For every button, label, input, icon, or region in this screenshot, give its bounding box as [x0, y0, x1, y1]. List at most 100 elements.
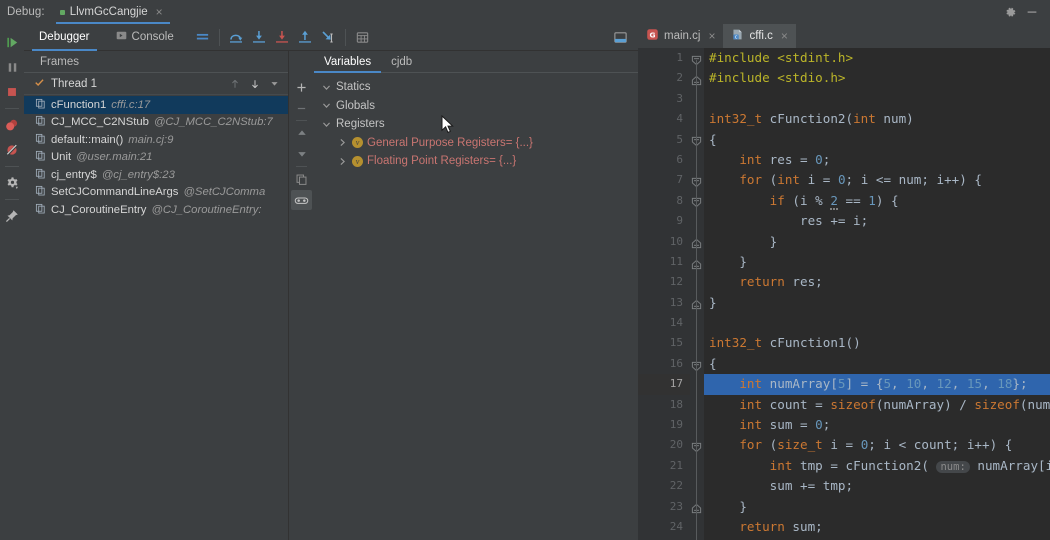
tab-console[interactable]: Console [103, 24, 187, 51]
code-line[interactable]: int numArray[5] = {5, 10, 12, 15, 18}; [704, 374, 1050, 394]
variable-row[interactable]: vGeneral Purpose Registers = {...} [314, 134, 638, 153]
variable-group-row[interactable]: Globals [314, 97, 638, 116]
frame-row[interactable]: cj_entry$@cj_entry$:23 [24, 166, 288, 184]
view-breakpoints-button[interactable] [0, 113, 24, 137]
line-number[interactable]: 16 [638, 354, 690, 374]
code-line[interactable]: int32_t cFunction2(int num) [704, 109, 1050, 129]
thread-selector[interactable]: Thread 1 [24, 73, 288, 95]
code-line[interactable]: res += i; [704, 211, 1050, 231]
force-step-into-icon[interactable] [271, 26, 294, 49]
chevron-down-icon[interactable] [265, 74, 284, 93]
step-over-icon[interactable] [225, 26, 248, 49]
line-number[interactable]: 14 [638, 313, 690, 333]
code-line[interactable]: } [704, 232, 1050, 252]
triangle-up-icon[interactable] [291, 123, 312, 143]
layout-icon[interactable] [191, 26, 214, 49]
line-number[interactable]: 21 [638, 456, 690, 476]
mute-breakpoints-button[interactable] [0, 138, 24, 162]
debug-session-tab[interactable]: LlvmGcCangjie × [54, 0, 172, 24]
line-number[interactable]: 2 [638, 68, 690, 88]
line-number[interactable]: 5 [638, 130, 690, 150]
frame-row[interactable]: default::main()main.cj:9 [24, 131, 288, 149]
settings-button[interactable] [0, 171, 24, 195]
line-number[interactable]: 20 [638, 435, 690, 455]
step-into-icon[interactable] [248, 26, 271, 49]
frame-row[interactable]: CJ_CoroutineEntry@CJ_CoroutineEntry: [24, 201, 288, 219]
line-number[interactable]: 13 [638, 293, 690, 313]
code-line[interactable]: sum += tmp; [704, 476, 1050, 496]
arrow-up-icon[interactable] [225, 74, 244, 93]
editor-tab-main-cj[interactable]: Gmain.cj× [638, 24, 723, 48]
pause-program-button[interactable] [0, 55, 24, 79]
line-number[interactable]: 23 [638, 497, 690, 517]
code-line[interactable]: } [704, 497, 1050, 517]
minus-icon[interactable] [291, 98, 312, 118]
panel-layout-icon[interactable] [609, 26, 632, 49]
line-number[interactable]: 6 [638, 150, 690, 170]
code-line[interactable] [704, 313, 1050, 333]
frame-row[interactable]: CJ_MCC_C2NStub@CJ_MCC_C2NStub:7 [24, 114, 288, 132]
chevron-down-icon[interactable] [320, 83, 333, 92]
line-number[interactable]: 19 [638, 415, 690, 435]
line-number[interactable]: 18 [638, 395, 690, 415]
line-number[interactable]: 24 [638, 517, 690, 537]
tab-cjdb[interactable]: cjdb [381, 51, 422, 72]
line-number[interactable]: 1 [638, 48, 690, 68]
run-to-cursor-icon[interactable] [317, 26, 340, 49]
close-icon[interactable]: × [707, 30, 716, 42]
minimize-icon[interactable] [1022, 2, 1042, 22]
code-line[interactable]: return sum; [704, 517, 1050, 537]
evaluate-icon[interactable] [351, 26, 374, 49]
variable-row[interactable]: vFloating Point Registers = {...} [314, 152, 638, 171]
line-number[interactable]: 11 [638, 252, 690, 272]
code-line[interactable]: #include <stdio.h> [704, 68, 1050, 88]
code-area[interactable]: #include <stdint.h>#include <stdio.h> int… [704, 48, 1050, 540]
plus-icon[interactable] [291, 77, 312, 97]
triangle-down-icon[interactable] [291, 144, 312, 164]
gear-icon[interactable] [1000, 2, 1020, 22]
stop-button[interactable] [0, 80, 24, 104]
arrow-down-icon[interactable] [245, 74, 264, 93]
frame-row[interactable]: SetCJCommandLineArgs@SetCJComma [24, 184, 288, 202]
close-icon[interactable]: × [155, 6, 164, 18]
variable-group-row[interactable]: Registers [314, 115, 638, 134]
code-line[interactable]: int sum = 0; [704, 415, 1050, 435]
chevron-down-icon[interactable] [320, 120, 333, 129]
line-number-gutter[interactable]: 1234567891011121314151617181920212223242… [638, 48, 690, 540]
code-folding-gutter[interactable] [690, 48, 704, 540]
frame-row[interactable]: Unit@user.main:21 [24, 149, 288, 167]
close-icon[interactable]: × [780, 30, 789, 42]
line-number[interactable]: 9 [638, 211, 690, 231]
step-out-icon[interactable] [294, 26, 317, 49]
resume-program-button[interactable] [0, 30, 24, 54]
code-line[interactable]: return res; [704, 272, 1050, 292]
line-number[interactable]: 17 [638, 374, 690, 394]
code-line[interactable]: { [704, 130, 1050, 150]
code-line[interactable]: if (i % 2 == 1) { [704, 191, 1050, 211]
editor-body[interactable]: 1234567891011121314151617181920212223242… [638, 48, 1050, 540]
code-line[interactable]: int count = sizeof(numArray) / sizeof(nu… [704, 395, 1050, 415]
line-number[interactable]: 3 [638, 89, 690, 109]
chevron-down-icon[interactable] [320, 101, 333, 110]
line-number[interactable]: 8 [638, 191, 690, 211]
code-line[interactable]: { [704, 354, 1050, 374]
code-line[interactable] [704, 89, 1050, 109]
chevron-right-icon[interactable] [336, 157, 349, 166]
code-line[interactable]: for (int i = 0; i <= num; i++) { [704, 170, 1050, 190]
variables-tree[interactable]: StaticsGlobalsRegistersvGeneral Purpose … [314, 73, 638, 171]
tab-debugger[interactable]: Debugger [26, 24, 103, 51]
variable-group-row[interactable]: Statics [314, 78, 638, 97]
code-line[interactable]: } [704, 252, 1050, 272]
pin-icon[interactable] [0, 204, 24, 228]
code-line[interactable]: int tmp = cFunction2( num: numArray[i]); [704, 456, 1050, 476]
frame-row[interactable]: cFunction1cffi.c:17 [24, 96, 288, 114]
editor-tab-cffi-c[interactable]: ccffi.c× [723, 24, 795, 48]
copy-icon[interactable] [291, 169, 312, 189]
line-number[interactable]: 15 [638, 333, 690, 353]
watches-icon[interactable] [291, 190, 312, 210]
code-line[interactable]: #include <stdint.h> [704, 48, 1050, 68]
line-number[interactable]: 12 [638, 272, 690, 292]
line-number[interactable]: 7 [638, 170, 690, 190]
call-stack-list[interactable]: cFunction1cffi.c:17CJ_MCC_C2NStub@CJ_MCC… [24, 95, 288, 540]
line-number[interactable]: 22 [638, 476, 690, 496]
